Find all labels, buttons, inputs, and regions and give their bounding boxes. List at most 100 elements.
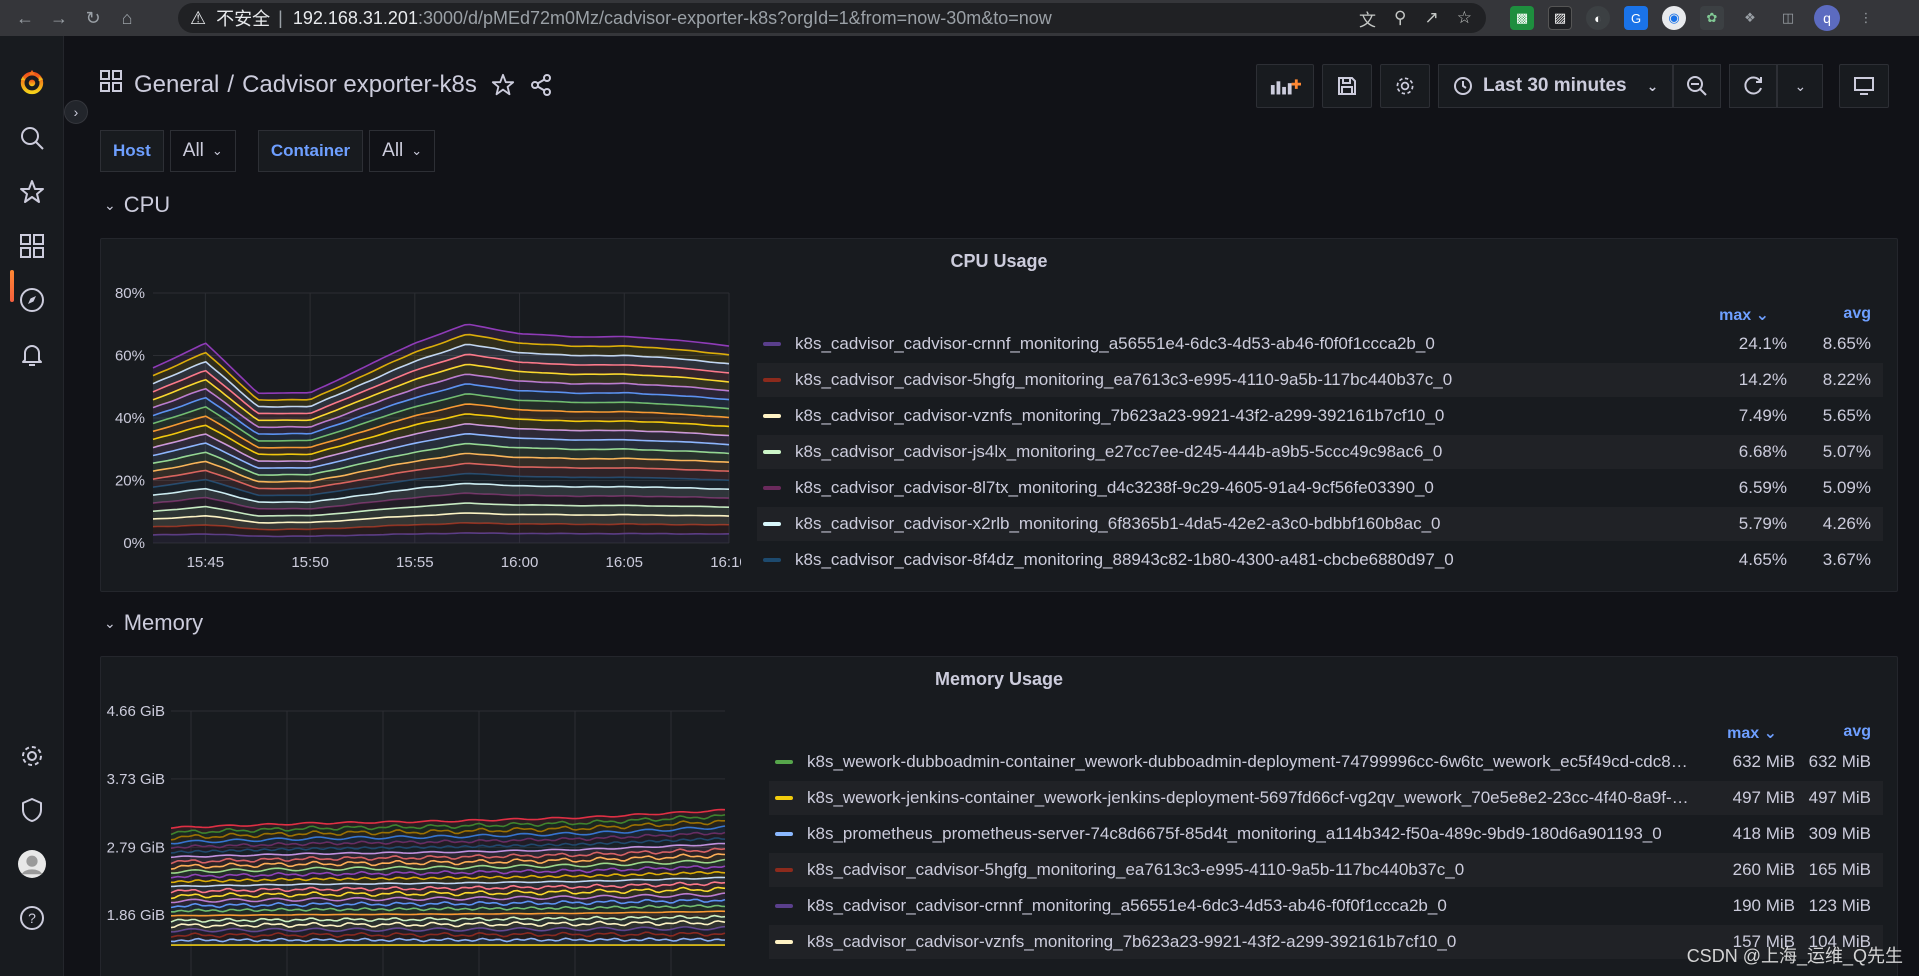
y-tick-label: 4.66 GiB (107, 703, 165, 720)
memory-usage-graph[interactable]: 954 MiB1.86 GiB2.79 GiB3.73 GiB4.66 GiB (101, 697, 761, 976)
refresh-interval-chevron-icon[interactable]: ⌄ (1777, 64, 1824, 108)
legend-item[interactable]: k8s_cadvisor_cadvisor-5hgfg_monitoring_e… (769, 853, 1883, 887)
search-icon[interactable] (18, 124, 46, 152)
series-color-swatch[interactable] (775, 796, 793, 800)
url-separator: | (278, 7, 283, 28)
reload-icon[interactable]: ↻ (76, 1, 110, 35)
variable-label-container: Container (257, 130, 364, 172)
series-avg-value: 5.65% (1822, 406, 1871, 425)
sidepanel-icon[interactable]: ◫ (1776, 6, 1800, 30)
legend-item[interactable]: k8s_cadvisor_cadvisor-crnnf_monitoring_a… (769, 889, 1883, 923)
y-tick-label: 20% (115, 473, 145, 490)
translate-icon[interactable]: 文 (1359, 6, 1376, 31)
mark-favorite-star-icon[interactable] (491, 73, 515, 97)
address-bar[interactable]: ⚠ 不安全 | 192.168.31.201 :3000/d/pMEd72m0M… (178, 3, 1486, 33)
panel-title[interactable]: Memory Usage (101, 669, 1897, 690)
series-name: k8s_wework-jenkins-container_wework-jenk… (807, 788, 1693, 807)
clock-icon (1454, 77, 1472, 95)
legend-item[interactable]: k8s_cadvisor_cadvisor-crnnf_monitoring_a… (757, 327, 1883, 361)
series-color-swatch[interactable] (775, 868, 793, 872)
extension-icon[interactable]: ▨ (1548, 6, 1572, 30)
series-color-swatch[interactable] (763, 378, 781, 382)
sidebar-expand-chevron-icon[interactable]: › (64, 100, 88, 124)
grafana-logo-icon[interactable] (18, 68, 46, 96)
series-color-swatch[interactable] (763, 342, 781, 346)
series-avg-value: 123 MiB (1808, 896, 1871, 915)
series-color-swatch[interactable] (775, 904, 793, 908)
y-tick-label: 0% (123, 535, 145, 552)
refresh-dashboard-icon[interactable] (1729, 64, 1778, 108)
user-avatar-icon[interactable] (18, 850, 46, 878)
series-color-swatch[interactable] (775, 832, 793, 836)
series-name: k8s_wework-dubboadmin-container_wework-d… (807, 752, 1693, 771)
series-color-swatch[interactable] (763, 522, 781, 526)
series-max-value: 6.59% (1738, 478, 1787, 497)
legend-avg-header[interactable]: avg (1843, 305, 1871, 323)
y-tick-label: 80% (115, 285, 145, 302)
series-color-swatch[interactable] (763, 486, 781, 490)
series-color-swatch[interactable] (775, 940, 793, 944)
extension-icon[interactable]: ◉ (1662, 6, 1686, 30)
home-icon[interactable]: ⌂ (110, 1, 144, 35)
forward-icon[interactable]: → (42, 1, 76, 35)
series-name: k8s_cadvisor_cadvisor-8f4dz_monitoring_8… (795, 550, 1454, 569)
time-range-picker[interactable]: Last 30 minutes ⌄ (1438, 64, 1674, 108)
series-color-swatch[interactable] (763, 414, 781, 418)
breadcrumb-folder-link[interactable]: General (134, 71, 219, 99)
series-name: k8s_cadvisor_cadvisor-x2rlb_monitoring_6… (795, 514, 1441, 533)
series-color-swatch[interactable] (763, 450, 781, 454)
legend-max-header[interactable]: max ⌄ (1719, 305, 1769, 325)
series-name: k8s_cadvisor_cadvisor-crnnf_monitoring_a… (795, 334, 1435, 353)
legend-item[interactable]: k8s_wework-jenkins-container_wework-jenk… (769, 781, 1883, 815)
extension-icon[interactable]: ✿ (1700, 6, 1724, 30)
profile-avatar[interactable]: q (1814, 5, 1840, 31)
explore-compass-icon[interactable] (18, 286, 46, 314)
starred-icon[interactable] (18, 178, 46, 206)
zoom-icon[interactable]: ⚲ (1394, 8, 1406, 28)
legend-item[interactable]: k8s_cadvisor_cadvisor-8f4dz_monitoring_8… (757, 543, 1883, 577)
legend-item[interactable]: k8s_cadvisor_cadvisor-5hgfg_monitoring_e… (757, 363, 1883, 397)
legend-avg-header[interactable]: avg (1843, 723, 1871, 741)
row-memory[interactable]: ⌄ Memory (104, 610, 203, 636)
bookmark-star-icon[interactable]: ☆ (1457, 8, 1472, 28)
svg-text:?: ? (28, 910, 36, 926)
series-name: k8s_cadvisor_cadvisor-js4lx_monitoring_e… (795, 442, 1443, 461)
zoom-out-time-range-icon[interactable] (1673, 64, 1722, 108)
extension-icon[interactable]: ◐ (1586, 6, 1610, 30)
save-dashboard-icon[interactable] (1322, 64, 1372, 108)
alerting-bell-icon[interactable] (18, 340, 46, 368)
add-panel-button[interactable] (1256, 64, 1314, 108)
legend-item[interactable]: k8s_cadvisor_cadvisor-8l7tx_monitoring_d… (757, 471, 1883, 505)
share-page-icon[interactable]: ↗ (1425, 8, 1439, 28)
cycle-view-mode-tv-icon[interactable] (1839, 64, 1890, 108)
series-color-swatch[interactable] (763, 558, 781, 562)
series-max-value: 6.68% (1738, 442, 1787, 461)
legend-max-header[interactable]: max ⌄ (1727, 723, 1777, 743)
legend-item[interactable]: k8s_wework-dubboadmin-container_wework-d… (769, 745, 1883, 779)
back-icon[interactable]: ← (8, 1, 42, 35)
legend-item[interactable]: k8s_prometheus_prometheus-server-74c8d66… (769, 817, 1883, 851)
dashboard-title[interactable]: Cadvisor exporter-k8s (242, 71, 477, 99)
dashboards-icon[interactable] (18, 232, 46, 260)
panel-title[interactable]: CPU Usage (101, 251, 1897, 272)
variable-select-container[interactable]: All ⌄ (369, 130, 436, 172)
variable-select-host[interactable]: All ⌄ (169, 130, 236, 172)
translate-extension-icon[interactable]: G (1624, 6, 1648, 30)
puzzle-icon[interactable]: ❖ (1738, 6, 1762, 30)
series-avg-value: 4.26% (1822, 514, 1871, 533)
series-max-value: 632 MiB (1732, 752, 1795, 771)
cpu-usage-graph[interactable]: 0% 20% 40% 60% 80% 15:45 15:50 15:55 16:00 16:05 1… (101, 279, 741, 589)
legend-item[interactable]: k8s_cadvisor_cadvisor-vznfs_monitoring_7… (757, 399, 1883, 433)
csdn-watermark: CSDN @上海_运维_Q先生 (1686, 946, 1903, 966)
legend-item[interactable]: k8s_cadvisor_cadvisor-js4lx_monitoring_e… (757, 435, 1883, 469)
more-icon[interactable]: ⋮ (1854, 6, 1878, 30)
server-admin-shield-icon[interactable] (18, 796, 46, 824)
extension-icon[interactable]: ▩ (1510, 6, 1534, 30)
configuration-gear-icon[interactable] (18, 742, 46, 770)
legend-item[interactable]: k8s_cadvisor_cadvisor-x2rlb_monitoring_6… (757, 507, 1883, 541)
dashboard-settings-gear-icon[interactable] (1380, 64, 1430, 108)
share-dashboard-icon[interactable] (529, 73, 553, 97)
series-color-swatch[interactable] (775, 760, 793, 764)
row-cpu[interactable]: ⌄ CPU (104, 192, 170, 218)
help-icon[interactable]: ? (18, 904, 46, 932)
